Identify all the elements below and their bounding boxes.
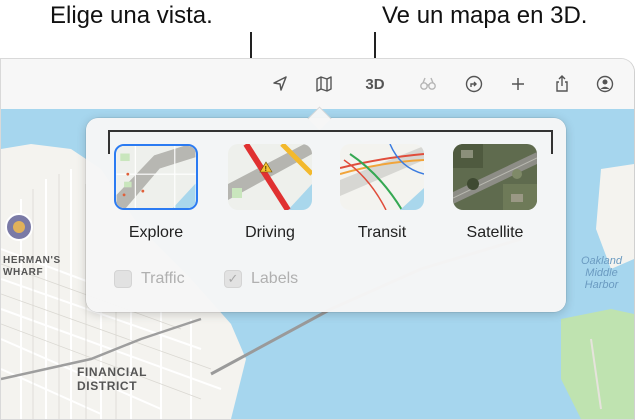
location-arrow-icon[interactable] xyxy=(267,71,293,97)
traffic-checkbox[interactable]: Traffic xyxy=(114,270,185,288)
callout-bracket-left xyxy=(108,130,110,154)
view-label-explore: Explore xyxy=(128,224,184,241)
driving-thumbnail[interactable]: ! xyxy=(228,144,312,210)
water-label-harbor-line2: Middle xyxy=(585,267,618,279)
view-picker-popover: Explore ! Driving Transit Satellite Traf… xyxy=(86,106,566,312)
explore-thumbnail[interactable] xyxy=(114,144,198,210)
map-label-wharf-line1: HERMAN'S xyxy=(3,255,61,266)
person-circle-icon[interactable] xyxy=(592,71,618,97)
map-label-wharf-line2: WHARF xyxy=(3,267,44,278)
directions-icon[interactable] xyxy=(461,71,487,97)
view-label-transit: Transit xyxy=(357,224,407,241)
view-label-driving: Driving xyxy=(245,224,295,241)
water-label-harbor: Oakland Middle Harbor xyxy=(581,255,622,291)
binoculars-icon[interactable] xyxy=(415,71,441,97)
labels-checkbox-box[interactable]: ✓ xyxy=(224,270,242,288)
map-label-wharf: HERMAN'S WHARF xyxy=(3,255,61,279)
map-label-district-line1: FINANCIAL xyxy=(77,365,148,379)
satellite-thumbnail[interactable] xyxy=(453,144,537,210)
view-option-transit[interactable]: Transit xyxy=(337,144,427,242)
svg-text:!: ! xyxy=(265,166,267,173)
labels-checkbox-label: Labels xyxy=(251,270,299,287)
checkmark-icon: ✓ xyxy=(227,271,239,286)
toolbar: 3D xyxy=(1,59,634,110)
map-label-district-line2: DISTRICT xyxy=(77,379,138,393)
callout-bracket-top xyxy=(108,130,552,132)
map-icon[interactable] xyxy=(311,71,337,97)
view-option-explore[interactable]: Explore xyxy=(111,144,201,242)
map-label-district: FINANCIAL DISTRICT xyxy=(77,365,147,393)
callout-3d-map: Ve un mapa en 3D. xyxy=(382,2,588,29)
view-option-driving[interactable]: ! Driving xyxy=(225,144,315,242)
labels-checkbox[interactable]: ✓ Labels xyxy=(224,270,298,288)
callout-choose-view: Elige una vista. xyxy=(50,2,213,29)
view-option-satellite[interactable]: Satellite xyxy=(450,144,540,242)
water-label-harbor-line3: Harbor xyxy=(584,279,619,291)
traffic-checkbox-box[interactable] xyxy=(114,270,132,288)
share-icon[interactable] xyxy=(549,71,575,97)
traffic-checkbox-label: Traffic xyxy=(141,270,185,287)
view-label-satellite: Satellite xyxy=(466,224,524,241)
callout-bracket-right xyxy=(551,130,553,154)
transit-thumbnail[interactable] xyxy=(340,144,424,210)
water-label-harbor-line1: Oakland xyxy=(581,255,622,267)
3d-button[interactable]: 3D xyxy=(361,71,389,97)
plus-icon[interactable] xyxy=(505,71,531,97)
